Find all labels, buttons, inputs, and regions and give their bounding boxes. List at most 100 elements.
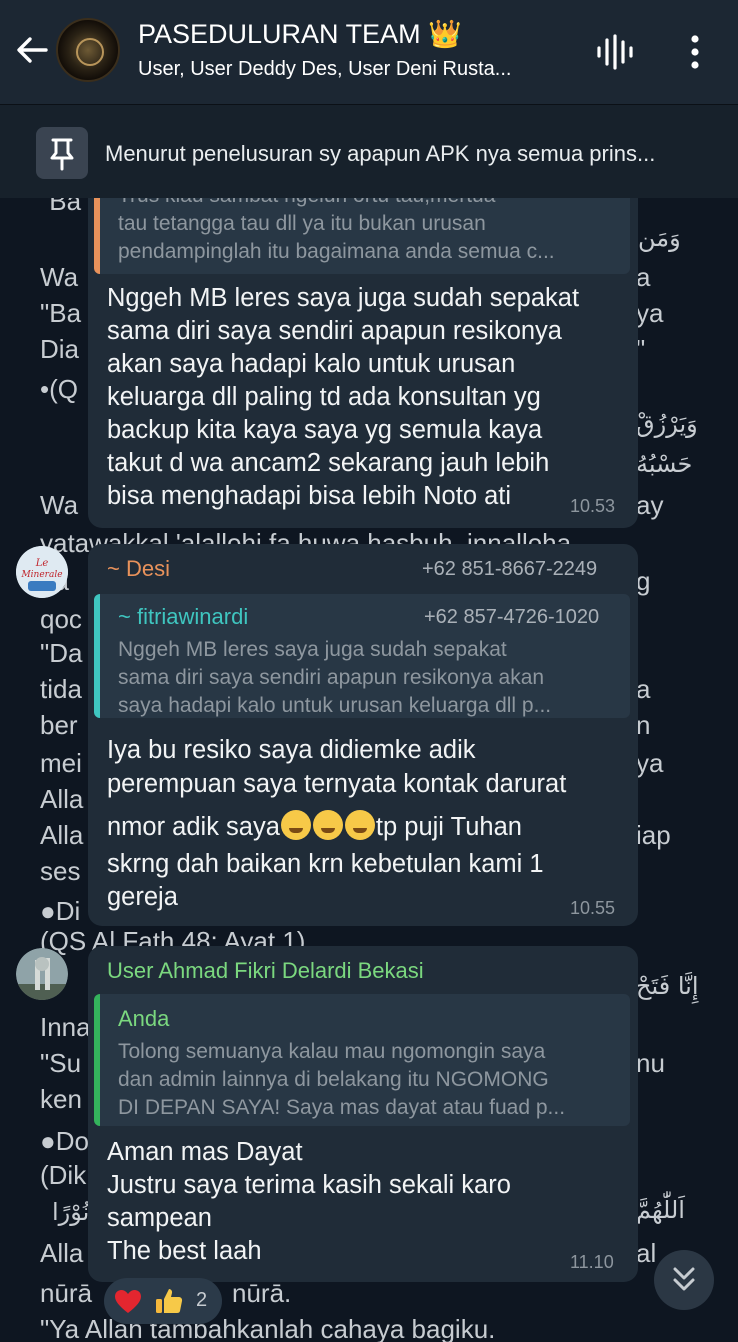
bg-arabic: وَمَن [638,224,681,252]
message-line: sama diri saya sendiri apapun resikonya [107,317,562,345]
bg-text: nūrā. [232,1278,292,1308]
message-line: bisa menghadapi bisa lebih Noto ati [107,482,512,510]
quote-line: pendampinglah itu bagaimana anda semua c… [118,240,555,263]
bg-arabic: حَسْبُهُ [636,450,693,478]
bg-arabic: نُوْرًا [52,1198,90,1226]
bg-text: mei [40,748,82,778]
message-time: 10.53 [570,496,616,516]
quote-line: sama diri saya sendiri apapun resikonya … [118,666,545,689]
back-button[interactable] [12,30,52,70]
arrow-left-icon [17,37,48,63]
message-line: The best laah [107,1237,262,1265]
bg-text: "Da [40,638,83,668]
sender-name[interactable]: ~ Desi [107,556,170,582]
message-line: Nggeh MB leres saya juga sudah sepakat [107,284,580,312]
bg-text: Alla [40,820,84,850]
laughing-face-emoji-icon [312,810,343,840]
quote-line: Nggeh MB leres saya juga sudah sepakat [118,638,507,661]
chat-members[interactable]: User, User Deddy Des, User Deni Rusta... [138,58,511,81]
bg-text: Dia [40,334,80,364]
message-bubble[interactable]: ~ Desi +62 851-8667-2249 ~ fitriawinardi… [88,544,638,926]
laughing-face-emoji-icon [344,810,375,840]
message-line: Iya bu resiko saya didiemke adik [107,736,476,764]
quote-accent-bar [94,594,100,718]
scroll-to-bottom-button[interactable] [654,1250,714,1310]
quote-line: Trus klau sambat ngeluh ortu tau,mertua [118,198,495,208]
bg-text: ber [40,710,78,740]
bg-text: g [636,566,651,596]
bg-text: a [636,674,651,704]
message-line: takut d wa ancam2 sekarang jauh lebih [107,449,550,477]
reply-quote[interactable]: Trus klau sambat ngeluh ortu tau,mertua … [94,198,630,274]
waveform-icon [597,34,633,70]
quote-accent-bar [94,198,100,274]
message-time: 11.10 [570,1252,614,1272]
bg-text: Alla [40,784,84,814]
message-line: keluarga dll paling td ada konsultan yg [107,383,541,411]
reply-quote[interactable]: Anda Tolong semuanya kalau mau ngomongin… [94,994,630,1126]
message-segment: nmor adik saya [107,813,280,841]
bg-text: Inna [40,1012,91,1042]
message-time: 10.55 [570,898,616,918]
bg-text: "Ba [40,298,82,328]
message-bubble[interactable]: Trus klau sambat ngeluh ortu tau,mertua … [88,198,638,528]
bg-text: ay [636,490,664,520]
pinned-message-bar[interactable]: Menurut penelusuran sy apapun APK nya se… [0,104,738,198]
bg-text: Wa [40,490,79,520]
bg-text: ken [40,1084,82,1114]
quote-phone: +62 857-4726-1020 [424,606,600,628]
bg-arabic: إِنَّا فَتَحْ [636,972,699,1000]
sender-avatar[interactable]: Le Minerale [16,546,68,598]
pinned-message-text: Menurut penelusuran sy apapun APK nya se… [105,141,656,166]
voice-chat-button[interactable] [594,34,634,70]
reply-quote[interactable]: ~ fitriawinardi +62 857-4726-1020 Nggeh … [94,594,630,718]
quote-line: DI DEPAN SAYA! Saya mas dayat atau fuad … [118,1096,566,1119]
message-segment: tp puji Tuhan [375,813,522,841]
heart-icon[interactable] [114,1289,142,1315]
message-line: sampean [107,1204,212,1232]
bg-text: ya [636,748,664,778]
sender-name[interactable]: User Ahmad Fikri Delardi Bekasi [107,958,424,984]
bg-text: a [636,262,651,292]
more-vertical-icon [691,35,699,69]
bg-text: ses [40,856,81,886]
chat-header: PASEDULURAN TEAM 👑 User, User Deddy Des,… [0,0,738,104]
quote-line: tau tetangga tau dll ya itu bukan urusan [118,212,486,235]
message-line: perempuan saya ternyata kontak darurat [107,770,567,798]
reaction-count: 2 [196,1289,208,1311]
sender-phone: +62 851-8667-2249 [422,558,598,580]
message-bubble[interactable]: User Ahmad Fikri Delardi Bekasi Anda Tol… [88,946,638,1282]
message-line: Justru saya terima kasih sekali karo [107,1171,511,1199]
quote-line: saya hadapi kalo untuk urusan keluarga d… [118,694,552,717]
bg-text: n [636,710,651,740]
bg-text: ya [636,298,664,328]
message-line: gereja [107,883,178,911]
quote-sender: ~ fitriawinardi [118,604,249,629]
bg-text: iap [636,820,671,850]
svg-text:Minerale: Minerale [20,570,62,580]
bg-text: Wa [40,262,79,292]
group-avatar[interactable] [56,18,120,82]
bg-text: ●Di [40,896,81,926]
message-line: akan saya hadapi kalo untuk urusan [107,350,516,378]
double-chevron-down-icon [673,1267,695,1291]
more-menu-button[interactable] [680,32,710,72]
thumbs-up-icon[interactable] [154,1287,184,1315]
quote-line: Tolong semuanya kalau mau ngomongin saya [118,1040,546,1063]
quote-sender: Anda [118,1006,170,1031]
reactions-bar[interactable]: 2 [104,1278,222,1324]
quote-line: dan admin lainnya di belakang itu NGOMON… [118,1068,549,1091]
message-line: Aman mas Dayat [107,1138,303,1166]
bg-text: nūrā [40,1278,93,1308]
message-line: backup kita kaya saya yg semula kaya [107,416,543,444]
chat-title[interactable]: PASEDULURAN TEAM 👑 [138,18,462,50]
pin-icon [36,127,88,179]
sender-avatar[interactable] [16,948,68,1000]
bg-text: ●Do [40,1126,89,1156]
bg-text: Alla [40,1238,84,1268]
quote-accent-bar [94,994,100,1126]
bg-text: (Dik [40,1160,87,1190]
bg-text: nu [636,1048,665,1078]
crying-face-emoji-icon [280,810,311,840]
message-line: skrng dah baikan krn kebetulan kami 1 [107,850,544,878]
